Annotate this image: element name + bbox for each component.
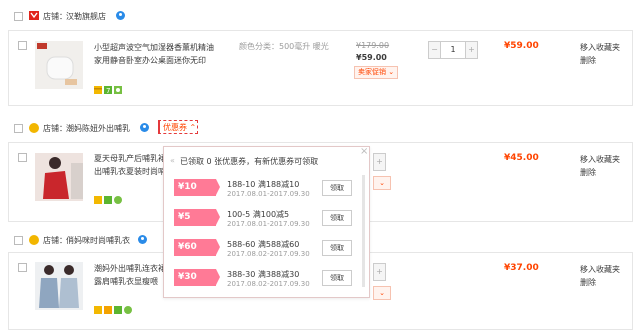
item-total: ¥59.00 — [504, 41, 539, 51]
quantity-input[interactable]: 1 — [440, 42, 466, 58]
seven-day-return-icon: 7 — [104, 86, 112, 94]
coupon-desc: 588-60 满588减60 — [227, 240, 300, 249]
coupon-date: 2017.08.01-2017.09.30 — [227, 190, 310, 198]
move-to-favorites-link[interactable]: 移入收藏夹 — [580, 153, 620, 166]
crown-seller-icon — [29, 123, 39, 133]
coupon-date: 2017.08.02-2017.09.30 — [227, 250, 310, 258]
product-title-link[interactable]: 潮妈外出哺乳连衣裙露肩哺乳衣显瘦喂 — [94, 262, 166, 288]
coupon-trigger-label: 优惠券 — [163, 123, 187, 132]
delete-link[interactable]: 删除 — [580, 276, 596, 289]
coupon-item: ¥30 388-30 满388减30 2017.08.02-2017.09.30… — [174, 265, 354, 293]
coupon-amount-tag: ¥10 — [174, 179, 220, 196]
service-badges — [94, 196, 122, 204]
move-to-favorites-link[interactable]: 移入收藏夹 — [580, 263, 620, 276]
coupon-desc: 388-30 满388减30 — [227, 270, 300, 279]
wangwang-chat-icon[interactable] — [138, 235, 147, 244]
store-label: 店铺： — [43, 12, 67, 21]
seller-promo-partial[interactable]: ⌄ — [373, 176, 391, 190]
item-total: ¥37.00 — [504, 263, 539, 273]
promo-label: 卖家促销 — [358, 68, 386, 76]
cart-item: 小型超声波空气加湿器香薰机精油家用静音卧室办公桌面迷你无印 7 颜色分类：500… — [8, 30, 633, 106]
coupon-desc: 100-5 满100减5 — [227, 210, 290, 219]
item-checkbox[interactable] — [18, 41, 27, 50]
claim-coupon-button[interactable]: 领取 — [322, 240, 352, 256]
item-checkbox[interactable] — [18, 153, 27, 162]
store-name-link[interactable]: 汉勒旗舰店 — [66, 11, 106, 22]
quantity-increase-partial[interactable]: + — [373, 263, 386, 281]
coupon-date: 2017.08.02-2017.09.30 — [227, 280, 310, 288]
delete-link[interactable]: 删除 — [580, 166, 596, 179]
product-thumbnail[interactable] — [35, 262, 83, 310]
seven-day-return-icon — [114, 306, 122, 314]
coupon-popup: × « 已领取 0 张优惠券，有新优惠券可领取 ¥10 188-10 满188减… — [163, 146, 370, 298]
store-label: 店铺： — [43, 124, 67, 133]
coupon-dropdown-trigger[interactable]: 优惠券 ⌃ — [158, 120, 198, 134]
coupon-amount-tag: ¥30 — [174, 269, 220, 286]
coupon-amount-tag: ¥5 — [174, 209, 220, 226]
credit-card-icon — [94, 196, 102, 204]
claim-coupon-button[interactable]: 领取 — [322, 210, 352, 226]
quantity-increase-partial[interactable]: + — [373, 153, 386, 171]
wangwang-chat-icon[interactable] — [116, 11, 125, 20]
guarantee-icon — [114, 196, 122, 204]
product-thumbnail[interactable] — [35, 41, 83, 89]
seller-promo-button[interactable]: 卖家促销 ⌄ — [354, 66, 399, 79]
coupon-amount-tag: ¥60 — [174, 239, 220, 256]
product-thumbnail[interactable] — [35, 153, 83, 201]
decrease-button[interactable]: − — [429, 42, 440, 58]
wangwang-chat-icon[interactable] — [140, 123, 149, 132]
coupon-item: ¥5 100-5 满100减5 2017.08.01-2017.09.30 领取 — [174, 205, 354, 233]
claim-coupon-button[interactable]: 领取 — [322, 180, 352, 196]
credit-card-icon — [94, 306, 102, 314]
coin-icon — [104, 306, 112, 314]
chevron-left-icon: « — [170, 156, 175, 165]
coupon-item: ¥10 188-10 满188减10 2017.08.01-2017.09.30… — [174, 175, 354, 203]
coupon-date: 2017.08.01-2017.09.30 — [227, 220, 310, 228]
credit-card-icon — [94, 86, 102, 94]
seller-promo-partial[interactable]: ⌄ — [373, 286, 391, 300]
guarantee-icon — [114, 86, 122, 94]
coupon-desc: 188-10 满188减10 — [227, 180, 300, 189]
product-title-link[interactable]: 小型超声波空气加湿器香薰机精油家用静音卧室办公桌面迷你无印 — [94, 41, 219, 67]
svg-text:7: 7 — [106, 87, 110, 94]
delete-link[interactable]: 删除 — [580, 54, 596, 67]
unit-price: ¥59.00 — [356, 53, 387, 62]
service-badges — [94, 306, 132, 314]
popup-scrollbar[interactable] — [362, 175, 365, 287]
store-name-link[interactable]: 潮妈陈妞外出哺乳 — [66, 123, 130, 134]
item-total: ¥45.00 — [504, 153, 539, 163]
product-title-link[interactable]: 夏天母乳产后哺乳裙外出哺乳衣夏装时尚哺乳 — [94, 152, 174, 178]
tmall-store-icon — [29, 11, 39, 20]
store-name-link[interactable]: 俏妈咪时尚哺乳衣 — [66, 235, 130, 246]
coupon-item: ¥60 588-60 满588减60 2017.08.02-2017.09.30… — [174, 235, 354, 263]
move-to-favorites-link[interactable]: 移入收藏夹 — [580, 41, 620, 54]
sku-info: 颜色分类：500毫升 暖光 — [239, 42, 329, 51]
claim-coupon-button[interactable]: 领取 — [322, 270, 352, 286]
store-label: 店铺： — [43, 236, 67, 245]
service-badges: 7 — [94, 86, 122, 94]
crown-seller-icon — [29, 235, 39, 245]
popup-header: 已领取 0 张优惠券，有新优惠券可领取 — [180, 157, 319, 166]
increase-button[interactable]: + — [466, 42, 477, 58]
seven-day-return-icon — [104, 196, 112, 204]
store-checkbox[interactable] — [14, 236, 23, 245]
quantity-stepper[interactable]: − 1 + — [428, 41, 478, 59]
store-checkbox[interactable] — [14, 124, 23, 133]
item-checkbox[interactable] — [18, 263, 27, 272]
store-checkbox[interactable] — [14, 12, 23, 21]
guarantee-icon — [124, 306, 132, 314]
original-price: ¥179.00 — [356, 41, 390, 50]
close-icon[interactable]: × — [360, 146, 368, 157]
